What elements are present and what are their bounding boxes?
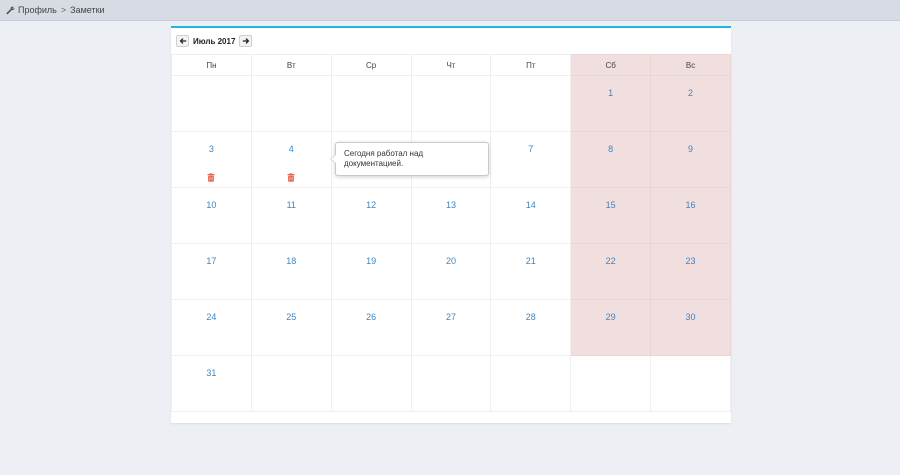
- day-number-link[interactable]: 24: [172, 312, 251, 322]
- day-cell[interactable]: 1: [570, 75, 652, 132]
- day-cell[interactable]: 21: [490, 243, 572, 300]
- empty-day-cell: [250, 75, 332, 132]
- day-cell[interactable]: 20: [410, 243, 492, 300]
- day-number-link[interactable]: 19: [332, 256, 411, 266]
- day-number-link[interactable]: 10: [172, 200, 251, 210]
- day-number-link[interactable]: 16: [651, 200, 730, 210]
- day-cell[interactable]: 25: [250, 299, 332, 356]
- weekday-header: Пт: [490, 54, 572, 76]
- day-number-link[interactable]: 21: [491, 256, 570, 266]
- day-cell[interactable]: 18: [250, 243, 332, 300]
- weekday-header: Ср: [330, 54, 412, 76]
- breadcrumb-notes-link[interactable]: Заметки: [70, 5, 104, 15]
- month-title: Июль 2017: [193, 36, 236, 46]
- weekday-header: Чт: [410, 54, 492, 76]
- empty-day-cell: [650, 355, 731, 412]
- weekday-header: Сб: [570, 54, 652, 76]
- breadcrumb-separator: >: [60, 5, 67, 15]
- empty-day-cell: [490, 75, 572, 132]
- weekday-header: Пн: [171, 54, 252, 76]
- day-number-link[interactable]: 30: [651, 312, 730, 322]
- day-cell[interactable]: 10: [171, 187, 252, 244]
- day-cell[interactable]: 12: [330, 187, 412, 244]
- day-number-link[interactable]: 15: [571, 200, 650, 210]
- day-number-link[interactable]: 20: [412, 256, 491, 266]
- day-cell[interactable]: 27: [410, 299, 492, 356]
- empty-day-cell: [330, 75, 412, 132]
- calendar-grid: Пн Вт Ср Чт Пт Сб Вс 1234567891011121314…: [171, 54, 731, 412]
- day-number-link[interactable]: 7: [491, 144, 570, 154]
- day-number-link[interactable]: 17: [172, 256, 251, 266]
- breadcrumb-bar: Профиль > Заметки: [0, 0, 900, 21]
- day-cell[interactable]: 22: [570, 243, 652, 300]
- day-cell[interactable]: 28: [490, 299, 572, 356]
- arrow-left-icon: [179, 38, 186, 44]
- trash-icon[interactable]: [207, 169, 215, 182]
- day-number-link[interactable]: 31: [172, 368, 251, 378]
- empty-day-cell: [171, 75, 252, 132]
- day-number-link[interactable]: 13: [412, 200, 491, 210]
- arrow-right-icon: [242, 38, 250, 44]
- day-cell[interactable]: 2: [650, 75, 731, 132]
- weekday-header-row: Пн Вт Ср Чт Пт Сб Вс: [171, 54, 731, 76]
- week-row: 31: [171, 355, 731, 412]
- day-number-link[interactable]: 2: [651, 88, 730, 98]
- empty-day-cell: [410, 75, 492, 132]
- day-cell[interactable]: 9: [650, 131, 731, 188]
- day-cell[interactable]: 3: [171, 131, 252, 188]
- day-number-link[interactable]: 8: [571, 144, 650, 154]
- note-tooltip: Сегодня работал над документацией.: [330, 142, 489, 176]
- weekday-header: Вс: [650, 54, 731, 76]
- calendar-panel: Июль 2017 Пн Вт Ср Чт Пт Сб Вс 123456789…: [171, 26, 731, 423]
- day-cell[interactable]: 24: [171, 299, 252, 356]
- day-number-link[interactable]: 29: [571, 312, 650, 322]
- day-cell[interactable]: 23: [650, 243, 731, 300]
- empty-day-cell: [250, 355, 332, 412]
- day-cell[interactable]: 11: [250, 187, 332, 244]
- day-number-link[interactable]: 25: [252, 312, 331, 322]
- day-cell[interactable]: 29: [570, 299, 652, 356]
- day-cell[interactable]: 13: [410, 187, 492, 244]
- week-row: 24 25 26 27 28 29 30: [171, 299, 731, 356]
- day-cell[interactable]: 4: [250, 131, 332, 188]
- day-cell[interactable]: 14: [490, 187, 572, 244]
- day-number-link[interactable]: 9: [651, 144, 730, 154]
- day-number-link[interactable]: 3: [172, 144, 251, 154]
- day-number-link[interactable]: 12: [332, 200, 411, 210]
- day-number-link[interactable]: 22: [571, 256, 650, 266]
- day-number-link[interactable]: 28: [491, 312, 570, 322]
- week-row: 17 18 19 20 21 22 23: [171, 243, 731, 300]
- day-number-link[interactable]: 14: [491, 200, 570, 210]
- empty-day-cell: [410, 355, 492, 412]
- calendar-toolbar: Июль 2017: [176, 34, 253, 48]
- day-cell[interactable]: 30: [650, 299, 731, 356]
- day-number-link[interactable]: 23: [651, 256, 730, 266]
- day-cell[interactable]: 8: [570, 131, 652, 188]
- day-cell[interactable]: 7: [490, 131, 572, 188]
- next-month-button[interactable]: [239, 35, 253, 47]
- day-cell[interactable]: 19: [330, 243, 412, 300]
- week-row: 10 11 12 13 14 15 16: [171, 187, 731, 244]
- day-cell[interactable]: 26: [330, 299, 412, 356]
- day-cell[interactable]: 17: [171, 243, 252, 300]
- empty-day-cell: [490, 355, 572, 412]
- day-number-link[interactable]: 4: [252, 144, 331, 154]
- day-number-link[interactable]: 1: [571, 88, 650, 98]
- day-number-link[interactable]: 11: [252, 200, 331, 210]
- weekday-header: Вт: [250, 54, 332, 76]
- breadcrumb-profile-link[interactable]: Профиль: [18, 5, 57, 15]
- day-cell[interactable]: 16: [650, 187, 731, 244]
- empty-day-cell: [330, 355, 412, 412]
- trash-icon[interactable]: [287, 169, 295, 182]
- empty-day-cell: [570, 355, 652, 412]
- day-cell[interactable]: 15: [570, 187, 652, 244]
- day-number-link[interactable]: 26: [332, 312, 411, 322]
- week-row: 12: [171, 75, 731, 132]
- prev-month-button[interactable]: [176, 35, 189, 47]
- day-number-link[interactable]: 27: [412, 312, 491, 322]
- wrench-icon: [6, 6, 15, 15]
- day-cell[interactable]: 31: [171, 355, 252, 412]
- day-number-link[interactable]: 18: [252, 256, 331, 266]
- note-tooltip-text: Сегодня работал над документацией.: [344, 149, 424, 168]
